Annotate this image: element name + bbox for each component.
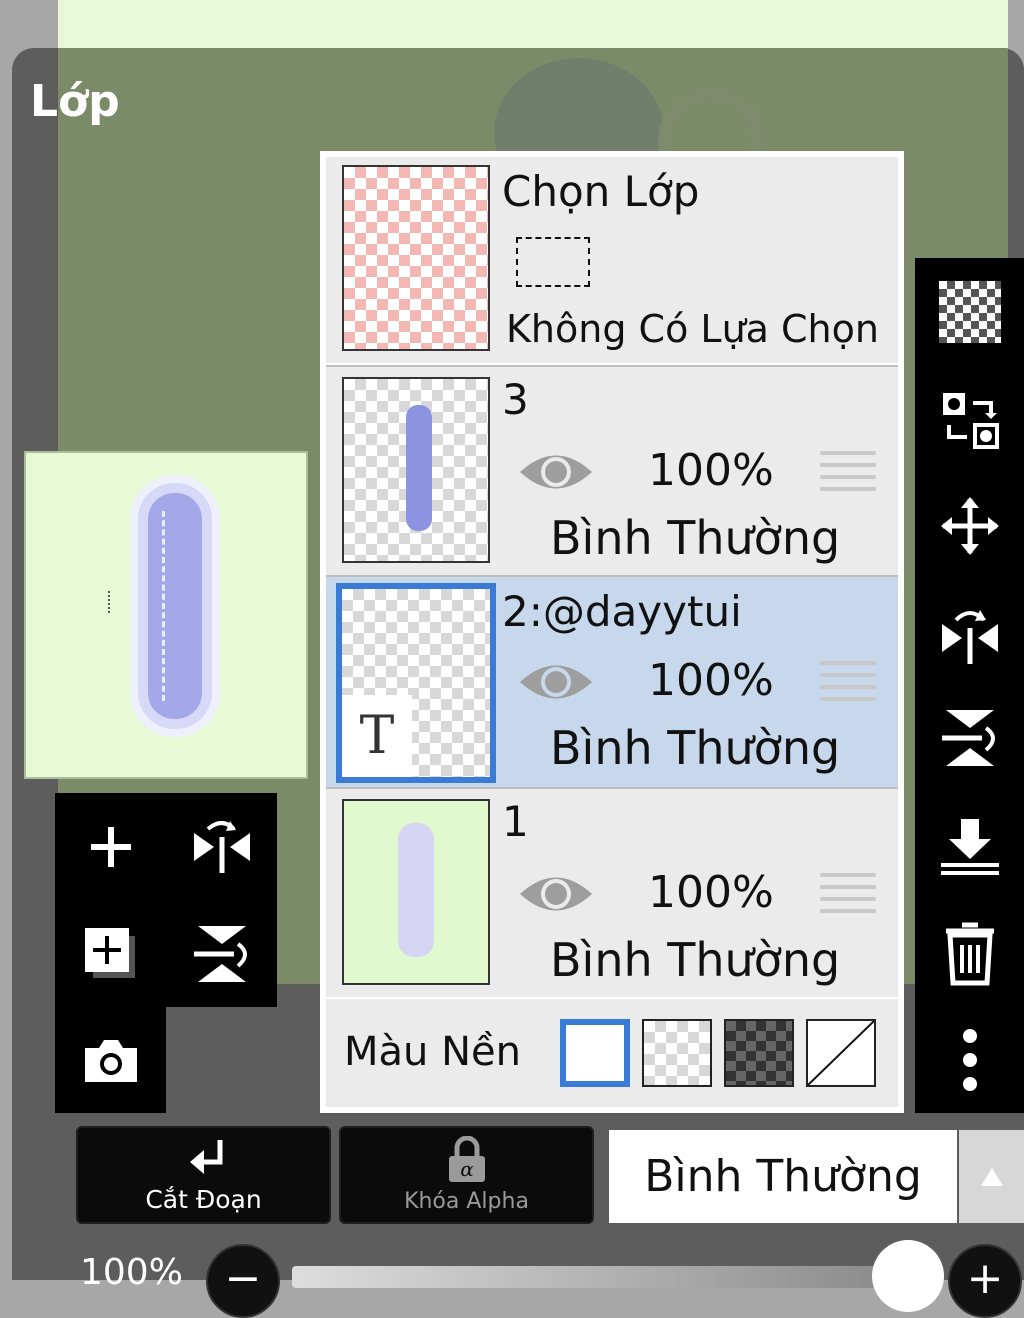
move-icon[interactable]: [915, 476, 1024, 576]
layer-opacity: 100%: [648, 867, 774, 918]
drag-handle-icon[interactable]: [820, 873, 876, 917]
layer-toolbox: [55, 793, 277, 1007]
drag-handle-icon[interactable]: [820, 451, 876, 495]
bg-swatch-none[interactable]: [806, 1019, 876, 1087]
add-layer-icon[interactable]: [55, 793, 166, 900]
duplicate-layer-icon[interactable]: [55, 900, 166, 1007]
layer-blend-mode: Bình Thường: [550, 933, 841, 987]
layer-opacity: 100%: [648, 655, 774, 706]
drag-handle-icon[interactable]: [820, 661, 876, 705]
layer-thumbnail: [342, 799, 490, 985]
canvas-top-strip: [0, 0, 1024, 48]
opacity-value: 100%: [80, 1252, 183, 1293]
clip-button[interactable]: Cắt Đoạn: [76, 1126, 331, 1224]
layer-name: 1: [502, 797, 529, 846]
opacity-decrease-button[interactable]: −: [206, 1244, 280, 1318]
bg-swatch-checker-light[interactable]: [642, 1019, 712, 1087]
selection-layer-title: Chọn Lớp: [502, 167, 700, 216]
background-color-label: Màu Nền: [344, 1029, 521, 1075]
transparency-icon[interactable]: [915, 262, 1024, 362]
artwork-text: [148, 493, 202, 719]
opacity-increase-button[interactable]: +: [948, 1244, 1022, 1318]
visibility-eye-icon[interactable]: [518, 657, 594, 707]
visibility-eye-icon[interactable]: [518, 869, 594, 919]
lock-icon: α: [449, 1136, 485, 1182]
layer-name: 3: [502, 375, 529, 424]
layer-blend-mode: Bình Thường: [550, 721, 841, 775]
swap-icon[interactable]: [915, 370, 1024, 470]
flip-horizontal-icon[interactable]: [166, 793, 277, 900]
layer-thumbnail: [342, 377, 490, 563]
clip-label: Cắt Đoạn: [145, 1185, 262, 1214]
canvas-preview[interactable]: [24, 451, 308, 779]
layer-opacity: 100%: [648, 445, 774, 496]
opacity-slider-handle[interactable]: [872, 1240, 944, 1312]
selection-marquee-icon: [516, 237, 590, 287]
merge-down-icon[interactable]: [915, 796, 1024, 896]
layer-thumbnail: T: [336, 583, 496, 783]
layer-blend-mode: Bình Thường: [550, 511, 841, 565]
flip-vertical-icon[interactable]: [166, 900, 277, 1007]
layer-row[interactable]: 3 100% Bình Thường: [326, 367, 898, 575]
trash-icon[interactable]: [915, 904, 1024, 1004]
layer-list: Chọn Lớp Không Có Lựa Chọn 3 100% Bình T…: [320, 151, 904, 1113]
svg-text:α: α: [460, 1157, 474, 1181]
layer-row-selected[interactable]: T 2:@dayytui 100% Bình Thường: [326, 577, 898, 787]
right-toolbar: [915, 258, 1024, 1113]
selection-thumbnail: [342, 165, 490, 351]
triangle-up-icon: [980, 1167, 1003, 1186]
camera-tool: [55, 1007, 166, 1113]
layer-name: 2:@dayytui: [502, 587, 742, 636]
selection-status: Không Có Lựa Chọn: [506, 307, 879, 351]
clip-arrow-icon: [190, 1140, 223, 1174]
alpha-lock-label: Khóa Alpha: [404, 1189, 529, 1214]
visibility-eye-icon[interactable]: [518, 447, 594, 497]
background-color-row: Màu Nền: [326, 999, 898, 1107]
blend-mode-select[interactable]: Bình Thường: [609, 1130, 957, 1223]
camera-icon[interactable]: [55, 1007, 166, 1114]
flip-vertical-icon[interactable]: [915, 688, 1024, 788]
panel-title: Lớp: [30, 76, 120, 127]
flip-horizontal-icon[interactable]: [915, 584, 1024, 684]
blend-mode-dropdown-button[interactable]: [959, 1130, 1024, 1223]
more-icon[interactable]: [915, 1010, 1024, 1110]
selection-layer-row[interactable]: Chọn Lớp Không Có Lựa Chọn: [326, 157, 898, 363]
artwork-watermark: [108, 591, 116, 613]
bg-swatch-checker-dark[interactable]: [724, 1019, 794, 1087]
alpha-lock-button[interactable]: α Khóa Alpha: [339, 1126, 594, 1224]
bg-swatch-white[interactable]: [560, 1019, 630, 1087]
text-layer-badge: T: [342, 695, 412, 777]
layer-row[interactable]: 1 100% Bình Thường: [326, 789, 898, 997]
opacity-slider[interactable]: [292, 1266, 912, 1288]
